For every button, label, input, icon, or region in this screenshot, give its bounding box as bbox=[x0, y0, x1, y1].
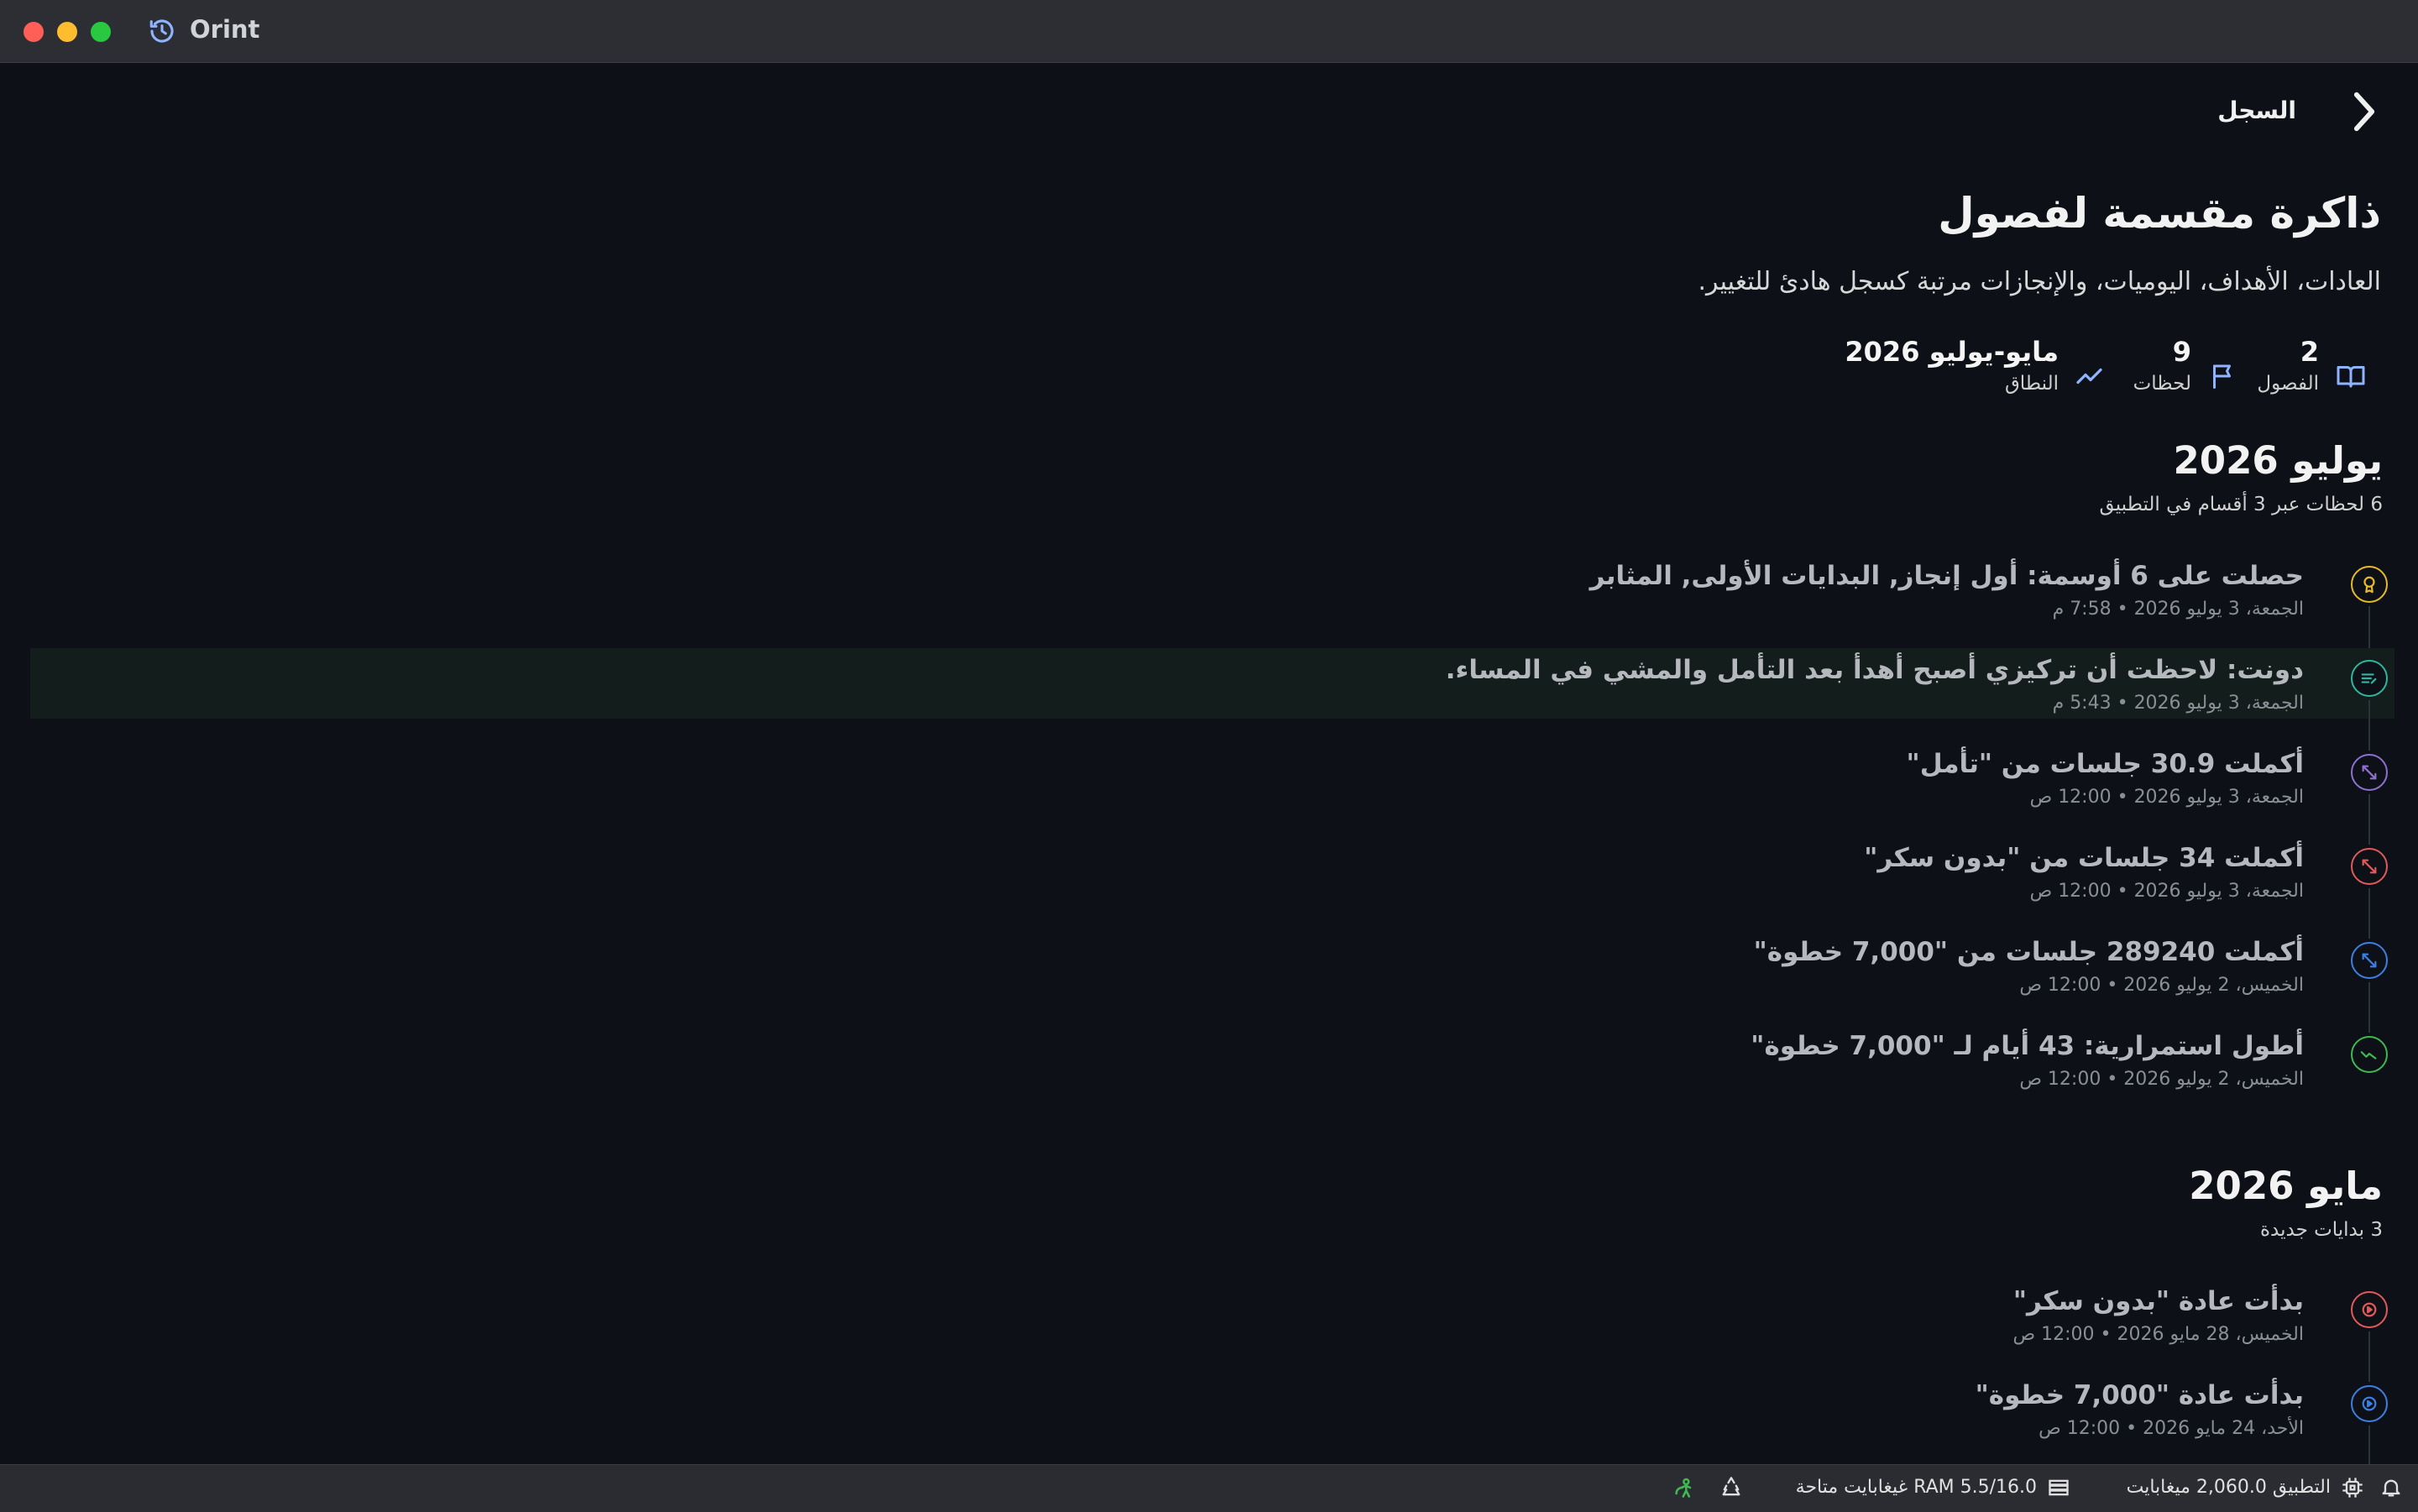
page-title: ذاكرة مقسمة لفصول bbox=[1938, 189, 2381, 238]
stat-range-value: مايو-يوليو 2026 bbox=[1845, 336, 2059, 368]
timeline-event[interactable]: بدأت عادة "بدون سكر" الخميس، 28 مايو 202… bbox=[0, 1286, 2418, 1382]
leaf-person-icon[interactable] bbox=[1672, 1476, 1696, 1499]
event-date: الجمعة، 3 يوليو 2026 • 5:43 م bbox=[2052, 693, 2304, 714]
event-date: الخميس، 2 يوليو 2026 • 12:00 ص bbox=[2019, 1069, 2304, 1090]
window-minimize-button[interactable] bbox=[57, 22, 77, 42]
event-date: الجمعة، 3 يوليو 2026 • 7:58 م bbox=[2052, 599, 2304, 620]
event-title: أكملت 34 جلسات من "بدون سكر" bbox=[1864, 843, 2304, 873]
event-title: أكملت 289240 جلسات من "7,000 خطوة" bbox=[1753, 937, 2304, 967]
trend-line-icon bbox=[2076, 368, 2102, 385]
expand-arrows-icon bbox=[2351, 754, 2388, 791]
event-title: حصلت على 6 أوسمة: أول إنجاز, البدايات ال… bbox=[1589, 561, 2304, 591]
journal-lines-icon bbox=[2351, 660, 2388, 697]
trend-line-icon bbox=[2351, 1036, 2388, 1073]
event-title: بدأت عادة "بدون سكر" bbox=[2012, 1286, 2304, 1316]
timeline-connector bbox=[2368, 794, 2370, 845]
timeline-connector bbox=[2368, 700, 2370, 751]
timeline-event[interactable]: دونت: لاحظت أن تركيزي أصبح أهدأ بعد التأ… bbox=[0, 648, 2418, 751]
ram-usage: RAM 5.5/16.0 غيغابايت متاحة bbox=[1795, 1477, 2037, 1498]
timeline-connector bbox=[2368, 1332, 2370, 1382]
timeline-connector bbox=[2368, 888, 2370, 939]
event-title: أكملت 30.9 جلسات من "تأمل" bbox=[1906, 749, 2304, 779]
page-subtitle: العادات، الأهداف، اليوميات، والإنجازات م… bbox=[1698, 267, 2382, 296]
event-date: الأحد، 24 مايو 2026 • 12:00 ص bbox=[2039, 1418, 2304, 1439]
cpu-icon bbox=[2342, 1478, 2363, 1498]
timeline-connector bbox=[2368, 1426, 2370, 1464]
history-icon bbox=[149, 19, 174, 43]
play-circle-icon bbox=[2351, 1385, 2388, 1422]
status-bar: التطبيق 2,060.0 ميغابايت RAM 5.5/16.0 غي… bbox=[0, 1464, 2418, 1512]
section-title: يوليو 2026 bbox=[2173, 438, 2383, 483]
chevron-right-icon[interactable] bbox=[2346, 88, 2383, 135]
app-memory-usage: التطبيق 2,060.0 ميغابايت bbox=[2126, 1477, 2331, 1498]
section-title: مايو 2026 bbox=[2189, 1164, 2383, 1208]
stat-range: مايو-يوليو 2026 النطاق bbox=[1768, 336, 2121, 411]
timeline-event[interactable]: حصلت على 6 أوسمة: أول إنجاز, البدايات ال… bbox=[0, 561, 2418, 657]
timeline-event[interactable]: أطول استمرارية: 43 أيام لـ "7,000 خطوة" … bbox=[0, 1031, 2418, 1123]
event-date: الخميس، 28 مايو 2026 • 12:00 ص bbox=[2012, 1324, 2304, 1345]
flag-icon bbox=[2213, 364, 2231, 389]
event-date: الجمعة، 3 يوليو 2026 • 12:00 ص bbox=[2029, 881, 2304, 902]
history-page: السجل ذاكرة مقسمة لفصول العادات، الأهداف… bbox=[0, 63, 2418, 1464]
app-title: Orint bbox=[190, 15, 260, 44]
section-subtitle: 6 لحظات عبر 3 أقسام في التطبيق bbox=[2099, 494, 2383, 515]
bell-icon[interactable] bbox=[2379, 1476, 2403, 1499]
stat-moments-value: 9 bbox=[2172, 336, 2191, 368]
book-open-icon bbox=[2337, 366, 2365, 388]
expand-arrows-icon bbox=[2351, 848, 2388, 885]
stat-chapters-value: 2 bbox=[2300, 336, 2319, 368]
timeline-event[interactable]: أكملت 34 جلسات من "بدون سكر" الجمعة، 3 ي… bbox=[0, 843, 2418, 939]
nav-title: السجل bbox=[2217, 97, 2296, 124]
window-maximize-button[interactable] bbox=[91, 22, 111, 42]
stat-chapters-label: الفصول bbox=[2257, 373, 2319, 395]
event-date: الجمعة، 3 يوليو 2026 • 12:00 ص bbox=[2029, 787, 2304, 808]
recycle-icon[interactable] bbox=[1719, 1476, 1743, 1499]
stat-moments-label: لحظات bbox=[2133, 373, 2191, 395]
memory-icon bbox=[2049, 1479, 2069, 1496]
play-circle-icon bbox=[2351, 1291, 2388, 1328]
expand-arrows-icon bbox=[2351, 942, 2388, 979]
event-date: الخميس، 2 يوليو 2026 • 12:00 ص bbox=[2019, 975, 2304, 996]
event-title: دونت: لاحظت أن تركيزي أصبح أهدأ بعد التأ… bbox=[1445, 655, 2304, 685]
event-title: أطول استمرارية: 43 أيام لـ "7,000 خطوة" bbox=[1751, 1031, 2304, 1061]
medal-icon bbox=[2351, 566, 2388, 603]
timeline-event[interactable]: أكملت 30.9 جلسات من "تأمل" الجمعة، 3 يول… bbox=[0, 749, 2418, 845]
stat-chapters: 2 الفصول bbox=[2247, 336, 2381, 411]
stat-range-label: النطاق bbox=[2004, 373, 2059, 395]
event-title: بدأت عادة "7,000 خطوة" bbox=[1975, 1380, 2304, 1410]
timeline-event[interactable]: أكملت 289240 جلسات من "7,000 خطوة" الخمي… bbox=[0, 937, 2418, 1033]
stat-moments: 9 لحظات bbox=[2119, 336, 2253, 411]
title-bar: Orint bbox=[0, 0, 2418, 63]
window-close-button[interactable] bbox=[24, 22, 44, 42]
timeline-event[interactable]: بدأت عادة "7,000 خطوة" الأحد، 24 مايو 20… bbox=[0, 1380, 2418, 1464]
section-subtitle: 3 بدايات جديدة bbox=[2259, 1219, 2383, 1241]
timeline-connector bbox=[2368, 982, 2370, 1033]
